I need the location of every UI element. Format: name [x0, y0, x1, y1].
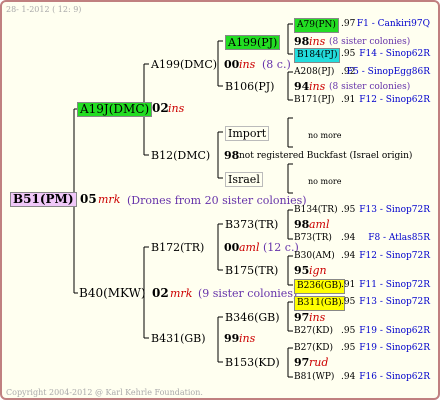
dd-tag: ins — [239, 332, 256, 345]
g4-year-8: .95 — [341, 297, 356, 307]
sire-tag: ins — [168, 102, 185, 115]
g4-year-6: .94 — [341, 251, 356, 261]
g4-year-5: .94 — [341, 233, 356, 243]
g4-ref-10[interactable]: F19 - Sinop62R — [359, 342, 430, 355]
dsd-tag: ign — [309, 264, 327, 277]
g4-queen-4[interactable]: B134(TR) — [294, 204, 338, 217]
g4-ref-8[interactable]: F13 - Sinop72R — [359, 296, 430, 309]
sd-number: 98 — [224, 149, 240, 162]
g4-year-0: .97 — [341, 19, 356, 29]
sd-note: not registered Buckfast (Israel origin) — [239, 151, 413, 161]
g4-queen-6[interactable]: B30(AM) — [294, 250, 335, 263]
sire-number: 02 — [152, 101, 169, 115]
g4-queen-8[interactable]: B311(GB) — [294, 296, 345, 311]
ssd-number: 94 — [294, 80, 310, 93]
g4-ref-7[interactable]: F11 - Sinop72R — [359, 279, 430, 292]
dss-queen[interactable]: B373(TR) — [225, 218, 278, 231]
g4-year-7: .91 — [341, 280, 356, 290]
sire-queen[interactable]: A19J(DMC) — [77, 102, 153, 117]
g4-year-4: .95 — [341, 205, 356, 215]
g4-queen-5[interactable]: B73(TR) — [294, 232, 332, 245]
ss-queen[interactable]: A199(DMC) — [151, 58, 217, 71]
root-queen[interactable]: B51(PM) — [10, 192, 77, 207]
g4-queen-9[interactable]: B27(KD) — [294, 325, 333, 338]
g4-queen-10[interactable]: B27(KD) — [294, 342, 333, 355]
ddd-queen[interactable]: B153(KD) — [225, 356, 280, 369]
g4-queen-2[interactable]: A208(PJ) — [294, 66, 334, 79]
dds-tag: ins — [309, 311, 326, 324]
g4-year-9: .95 — [341, 326, 356, 336]
g4-ref-6[interactable]: F12 - Sinop72R — [359, 250, 430, 263]
dam-number: 02 — [152, 286, 169, 300]
g4-ref-5[interactable]: F8 - Atlas85R — [368, 232, 430, 245]
dam-tag: mrk — [170, 287, 193, 300]
sss-queen[interactable]: A199(PJ) — [225, 35, 281, 50]
sds-note: no more — [308, 131, 342, 140]
dsd-number: 95 — [294, 264, 310, 277]
dd-queen[interactable]: B431(GB) — [151, 332, 206, 345]
g4-year-11: .94 — [341, 372, 356, 382]
g4-ref-2[interactable]: F5 - SinopEgg86R — [347, 66, 430, 79]
sdd-note: no more — [308, 177, 342, 186]
sds-queen[interactable]: Import — [225, 126, 270, 141]
ds-number: 00 — [224, 241, 240, 254]
g4-year-10: .95 — [341, 343, 356, 353]
g4-ref-9[interactable]: F19 - Sinop62R — [359, 325, 430, 338]
ds-queen[interactable]: B172(TR) — [151, 241, 204, 254]
dsd-queen[interactable]: B175(TR) — [225, 264, 278, 277]
ssd-tag: ins — [309, 80, 326, 93]
dam-queen[interactable]: B40(MKW) — [79, 287, 146, 300]
dds-number: 97 — [294, 311, 310, 324]
sdd-queen[interactable]: Israel — [225, 172, 263, 187]
ds-tag: aml — [239, 241, 260, 254]
ssd-note: (8 sister colonies) — [329, 82, 411, 92]
dam-note: (9 sister colonies) — [198, 287, 298, 300]
g4-year-1: .95 — [341, 49, 356, 59]
g4-ref-0[interactable]: F1 - Cankiri97Q — [357, 18, 430, 31]
root-note: (Drones from 20 sister colonies) — [127, 194, 307, 207]
ss-note: (8 c.) — [262, 58, 291, 71]
dss-number: 98 — [294, 218, 310, 231]
sss-number: 98 — [294, 35, 310, 48]
g4-ref-11[interactable]: F16 - Sinop62R — [359, 371, 430, 384]
g4-queen-3[interactable]: B171(PJ) — [294, 94, 334, 107]
root-tag: mrk — [98, 193, 121, 206]
pedigree-chart: 28- 1-2012 ( 12: 9) B51(PM) 05 mrk (Dron… — [0, 0, 440, 400]
g4-year-3: .91 — [341, 95, 356, 105]
g4-queen-7[interactable]: B236(GB) — [294, 279, 345, 294]
ss-number: 00 — [224, 58, 240, 71]
copyright-footer: Copyright 2004-2012 @ Karl Kehrle Founda… — [6, 388, 203, 397]
dds-queen[interactable]: B346(GB) — [225, 311, 280, 324]
ss-tag: ins — [239, 58, 256, 71]
dss-tag: aml — [309, 218, 330, 231]
g4-ref-1[interactable]: F14 - Sinop62R — [359, 48, 430, 61]
sss-tag: ins — [309, 35, 326, 48]
g4-queen-11[interactable]: B81(WP) — [294, 371, 334, 384]
g4-queen-0[interactable]: A79(PN) — [294, 18, 339, 33]
sd-queen[interactable]: B12(DMC) — [151, 149, 210, 162]
ddd-tag: rud — [309, 356, 329, 369]
g4-ref-3[interactable]: F12 - Sinop62R — [359, 94, 430, 107]
g4-ref-4[interactable]: F13 - Sinop72R — [359, 204, 430, 217]
ddd-number: 97 — [294, 356, 310, 369]
dd-number: 99 — [224, 332, 240, 345]
root-number: 05 — [80, 192, 97, 206]
g4-queen-1[interactable]: B184(PJ) — [294, 48, 341, 63]
ssd-queen[interactable]: B106(PJ) — [225, 80, 274, 93]
